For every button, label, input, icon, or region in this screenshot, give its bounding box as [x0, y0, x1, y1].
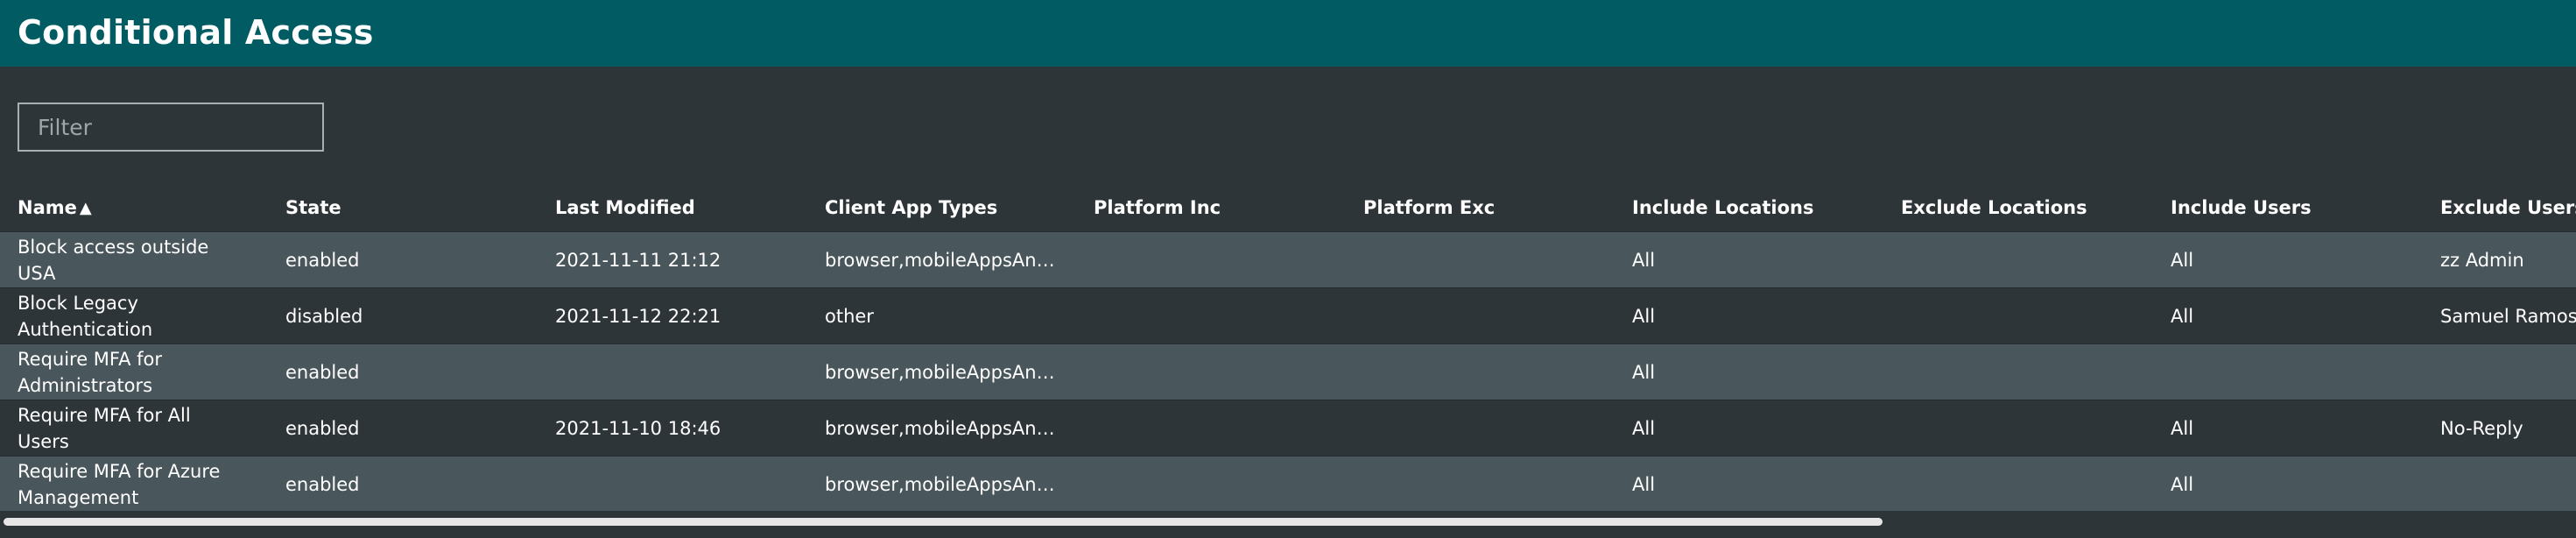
cell-name: Block access outside USA: [18, 236, 209, 284]
column-header-include-locations[interactable]: Include Locations: [1632, 184, 1814, 231]
column-header-last-modified[interactable]: Last Modified: [555, 184, 695, 231]
horizontal-scrollbar[interactable]: [0, 511, 2576, 538]
cell-state: enabled: [285, 417, 360, 439]
cell-include-users: All: [2171, 305, 2194, 327]
cell-client-app-types: browser,mobileAppsAndDesktopClients: [825, 361, 1057, 383]
column-header-state[interactable]: State: [285, 184, 341, 231]
cell-include-locations: All: [1632, 417, 1656, 439]
column-header-client-app-types[interactable]: Client App Types: [825, 184, 997, 231]
cell-include-locations: All: [1632, 473, 1656, 495]
table-row[interactable]: Block Legacy Authentication disabled 202…: [0, 287, 2576, 343]
table-row[interactable]: Block access outside USA enabled 2021-11…: [0, 231, 2576, 287]
cell-name: Require MFA for Administrators: [18, 348, 162, 396]
filter-input[interactable]: [18, 103, 324, 152]
scrollbar-thumb[interactable]: [4, 518, 1883, 526]
cell-name: Require MFA for Azure Management: [18, 460, 221, 508]
table-header: Name ▲ State Last Modified Client App Typ…: [0, 184, 2576, 231]
cell-name: Require MFA for All Users: [18, 404, 191, 452]
cell-include-locations: All: [1632, 305, 1656, 327]
column-header-name[interactable]: Name ▲: [18, 184, 92, 231]
column-header-platform-exc[interactable]: Platform Exc: [1363, 184, 1495, 231]
column-header-exclude-users[interactable]: Exclude Users: [2440, 184, 2576, 231]
page-title: Conditional Access: [18, 13, 374, 52]
cell-last-modified: 2021-11-10 18:46: [555, 417, 721, 439]
cell-last-modified: 2021-11-11 21:12: [555, 249, 721, 271]
cell-exclude-users: No-Reply: [2440, 417, 2523, 439]
column-header-platform-inc[interactable]: Platform Inc: [1094, 184, 1221, 231]
table-row[interactable]: Require MFA for Azure Management enabled…: [0, 456, 2576, 512]
cell-name: Block Legacy Authentication: [18, 292, 153, 340]
cell-include-locations: All: [1632, 249, 1656, 271]
cell-client-app-types: other: [825, 305, 874, 327]
cell-client-app-types: browser,mobileAppsAndDesktopClients: [825, 417, 1057, 439]
cell-state: enabled: [285, 361, 360, 383]
column-header-exclude-locations[interactable]: Exclude Locations: [1901, 184, 2087, 231]
table-body: Block access outside USA enabled 2021-11…: [0, 231, 2576, 512]
sort-ascending-icon: ▲: [79, 199, 92, 217]
cell-client-app-types: browser,mobileAppsAndDesktopClients: [825, 249, 1057, 271]
cell-client-app-types: browser,mobileAppsAndDesktopClients: [825, 473, 1057, 495]
cell-exclude-users: Samuel Ramos: [2440, 305, 2576, 327]
cell-include-users: All: [2171, 249, 2194, 271]
cell-state: disabled: [285, 305, 363, 327]
cell-include-users: All: [2171, 417, 2194, 439]
cell-last-modified: 2021-11-12 22:21: [555, 305, 721, 327]
column-header-include-users[interactable]: Include Users: [2171, 184, 2312, 231]
app-header: Conditional Access: [0, 0, 2576, 67]
cell-exclude-users: zz Admin: [2440, 249, 2524, 271]
cell-include-users: All: [2171, 473, 2194, 495]
policies-table: Name ▲ State Last Modified Client App Typ…: [0, 184, 2576, 512]
cell-state: enabled: [285, 473, 360, 495]
cell-include-locations: All: [1632, 361, 1656, 383]
table-row[interactable]: Require MFA for All Users enabled 2021-1…: [0, 400, 2576, 456]
table-row[interactable]: Require MFA for Administrators enabled b…: [0, 343, 2576, 400]
cell-state: enabled: [285, 249, 360, 271]
